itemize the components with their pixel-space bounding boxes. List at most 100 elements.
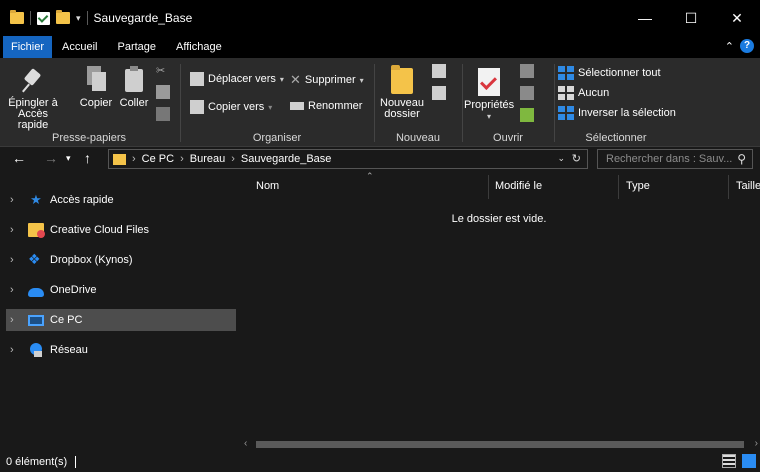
expand-chevron-icon[interactable]: › xyxy=(6,314,22,326)
rename-button[interactable]: Renommer xyxy=(290,100,362,112)
column-header-type[interactable]: Type xyxy=(626,171,650,201)
column-header-name[interactable]: Nom xyxy=(256,171,279,201)
copy-path-icon[interactable] xyxy=(156,85,170,99)
scroll-right-icon[interactable]: › xyxy=(755,438,758,449)
copy-icon xyxy=(85,66,107,94)
back-arrow-icon[interactable]: ← xyxy=(12,150,26,166)
computer-icon xyxy=(28,314,44,326)
recent-locations-chevron-icon[interactable]: ▾ xyxy=(66,153,71,164)
column-header-size[interactable]: Taille xyxy=(736,171,760,201)
refresh-icon[interactable]: ↻ xyxy=(572,152,581,165)
breadcrumb-separator-icon[interactable]: › xyxy=(132,153,136,165)
move-to-button[interactable]: Déplacer vers ▾ xyxy=(190,72,284,86)
search-icon[interactable]: ⚲ xyxy=(737,152,746,166)
nav-item-network[interactable]: › Réseau xyxy=(6,339,236,361)
delete-x-icon: ✕ xyxy=(290,72,301,87)
search-input[interactable]: Rechercher dans : Sauv... ⚲ xyxy=(597,149,753,169)
copy-to-label: Copier vers xyxy=(208,101,265,113)
nav-item-creative-cloud[interactable]: › Creative Cloud Files xyxy=(6,219,236,241)
column-divider[interactable] xyxy=(728,175,729,199)
quick-access-dropdown-icon[interactable]: ▾ xyxy=(76,13,81,24)
select-all-label: Sélectionner tout xyxy=(578,67,661,79)
delete-label: Supprimer xyxy=(304,74,356,86)
file-list-pane: ⌃ Nom Modifié le Type Taille Le dossier … xyxy=(238,171,760,451)
column-divider[interactable] xyxy=(618,175,619,199)
breadcrumb-ce-pc[interactable]: Ce PC xyxy=(142,153,174,165)
search-placeholder: Rechercher dans : Sauv... xyxy=(606,153,733,165)
separator xyxy=(30,11,31,25)
expand-chevron-icon[interactable]: › xyxy=(6,344,22,356)
tab-partage[interactable]: Partage xyxy=(107,36,166,58)
move-to-label: Déplacer vers xyxy=(208,73,276,85)
nav-item-dropbox[interactable]: › Dropbox (Kynos) xyxy=(6,249,236,271)
properties-button[interactable]: Propriétés ▾ xyxy=(464,64,514,122)
column-divider[interactable] xyxy=(488,175,489,199)
breadcrumb-bureau[interactable]: Bureau xyxy=(190,153,225,165)
details-view-icon[interactable] xyxy=(722,454,736,468)
open-group-label: Ouvrir xyxy=(493,132,523,144)
up-arrow-icon[interactable]: ↑ xyxy=(84,150,91,166)
address-folder-icon xyxy=(113,153,126,165)
cut-icon[interactable]: ✂ xyxy=(156,64,170,77)
nav-item-label: Dropbox (Kynos) xyxy=(50,254,133,266)
expand-chevron-icon[interactable]: › xyxy=(6,254,22,266)
breadcrumb-separator-icon[interactable]: › xyxy=(180,153,184,165)
properties-check-icon[interactable] xyxy=(37,11,50,25)
expand-chevron-icon[interactable]: › xyxy=(6,284,22,296)
breadcrumb-separator-icon[interactable]: › xyxy=(231,153,235,165)
copy-to-button[interactable]: Copier vers ▾ xyxy=(190,100,272,114)
nav-item-onedrive[interactable]: › OneDrive xyxy=(6,279,236,301)
select-all-button[interactable]: Sélectionner tout xyxy=(558,66,661,80)
creative-cloud-folder-icon xyxy=(28,223,45,238)
help-icon[interactable]: ? xyxy=(740,39,754,53)
invert-selection-button[interactable]: Inverser la sélection xyxy=(558,106,676,120)
address-bar[interactable]: › Ce PC › Bureau › Sauvegarde_Base ⌄ ↻ xyxy=(108,149,588,169)
window-title: Sauvegarde_Base xyxy=(93,11,193,25)
edit-icon[interactable] xyxy=(520,86,534,100)
scroll-left-icon[interactable]: ‹ xyxy=(244,438,247,449)
open-icon[interactable] xyxy=(520,64,534,78)
copy-button[interactable]: Copier xyxy=(76,64,116,109)
properties-icon xyxy=(478,68,500,96)
separator xyxy=(86,11,88,25)
new-folder-icon[interactable] xyxy=(56,10,70,24)
collapse-ribbon-icon[interactable]: ⌃ xyxy=(725,40,734,53)
nav-item-quick-access[interactable]: › ★ Accès rapide xyxy=(6,189,236,211)
paste-shortcut-icon[interactable] xyxy=(156,107,170,121)
tab-fichier[interactable]: Fichier xyxy=(3,36,53,58)
delete-button[interactable]: ✕ Supprimer ▾ xyxy=(290,72,364,88)
expand-chevron-icon[interactable]: › xyxy=(6,194,22,206)
organize-group: Déplacer vers ▾ Copier vers ▾ ✕ Supprime… xyxy=(182,58,372,147)
nav-item-ce-pc[interactable]: › Ce PC xyxy=(6,309,236,331)
move-to-icon xyxy=(190,72,204,86)
column-header-modified[interactable]: Modifié le xyxy=(495,171,542,201)
address-dropdown-icon[interactable]: ⌄ xyxy=(557,153,565,164)
close-button[interactable]: ✕ xyxy=(714,0,760,36)
clipboard-mini-buttons: ✂ xyxy=(156,64,170,121)
large-icons-view-icon[interactable] xyxy=(742,454,756,468)
select-none-label: Aucun xyxy=(578,87,610,99)
breadcrumb-sauvegarde-base[interactable]: Sauvegarde_Base xyxy=(241,153,332,165)
pin-label-line2: Accès rapide xyxy=(17,108,49,131)
navigation-pane: › ★ Accès rapide › Creative Cloud Files … xyxy=(0,179,238,451)
tab-accueil[interactable]: Accueil xyxy=(52,36,107,58)
tab-affichage[interactable]: Affichage xyxy=(166,36,232,58)
new-folder-button[interactable]: Nouveau dossier xyxy=(380,64,424,120)
nav-item-label: OneDrive xyxy=(50,284,97,296)
scrollbar-thumb[interactable] xyxy=(256,441,744,448)
pin-quick-access-button[interactable]: Épingler à Accès rapide xyxy=(4,64,62,131)
group-separator xyxy=(374,64,375,142)
maximize-button[interactable]: ☐ xyxy=(668,0,714,36)
new-item-icon[interactable] xyxy=(432,64,446,78)
open-mini-buttons xyxy=(520,64,534,122)
expand-chevron-icon[interactable]: › xyxy=(6,224,22,236)
status-bar: 0 élément(s) xyxy=(0,451,760,472)
minimize-button[interactable]: — xyxy=(622,0,668,36)
horizontal-scrollbar[interactable]: ‹ › xyxy=(242,438,760,451)
select-none-button[interactable]: Aucun xyxy=(558,86,609,100)
forward-arrow-icon[interactable]: → xyxy=(44,150,58,166)
easy-access-icon[interactable] xyxy=(432,86,446,100)
paste-button[interactable]: Coller xyxy=(116,64,152,109)
history-icon[interactable] xyxy=(520,108,534,122)
status-divider xyxy=(75,455,77,468)
